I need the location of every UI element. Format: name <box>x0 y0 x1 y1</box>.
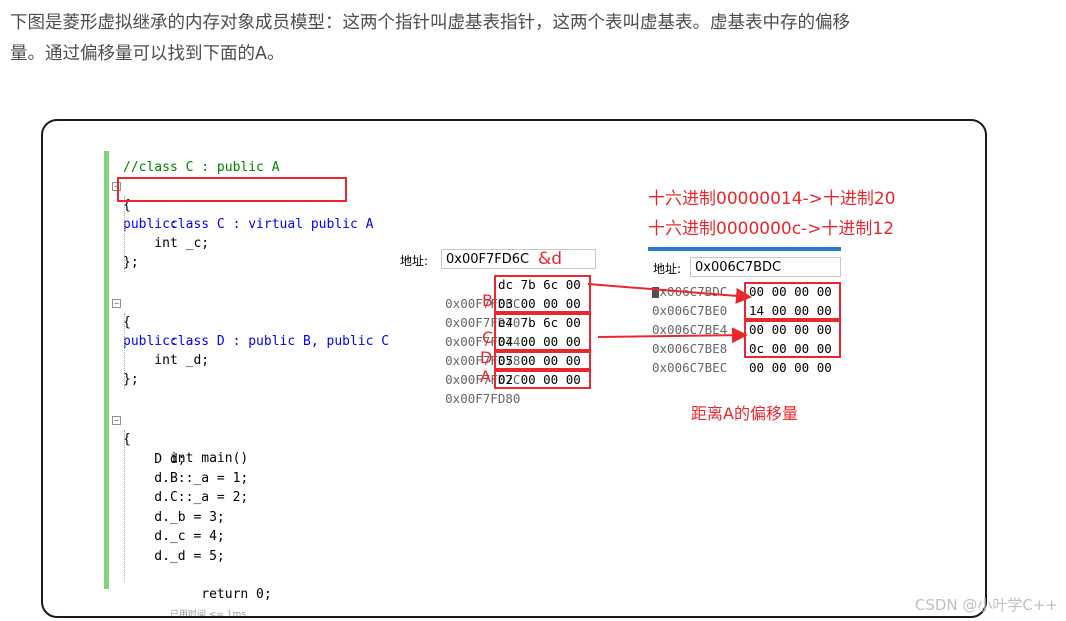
memory-grid: 0x006C7BDC 0x006C7BE0 0x006C7BE4 0x006C7… <box>648 251 841 379</box>
fold-collapse-icon[interactable]: − <box>112 416 121 425</box>
code-line: d._b = 3; <box>123 510 225 525</box>
member-tag-d: D <box>480 348 493 367</box>
memory-address: 0x006C7BE0 <box>652 303 728 318</box>
member-d-box <box>494 351 591 370</box>
address-input[interactable]: 0x00F7FD6C <box>441 249 596 269</box>
memory-address: 0x006C7BE4 <box>652 322 728 337</box>
code-line: //class C : public A <box>123 160 280 175</box>
code-line: int _d; <box>123 353 210 368</box>
memory-window-2: 地址: 0x006C7BDC 0x006C7BDC 0x006C7BE0 0x0… <box>648 247 841 379</box>
member-tag-a: A <box>480 367 491 386</box>
address-note: &d <box>538 249 563 269</box>
fold-collapse-icon[interactable]: − <box>112 299 121 308</box>
code-line: d._d = 5; <box>123 549 225 564</box>
memory-address: 0x006C7BE8 <box>652 341 728 356</box>
member-tag-b: B <box>482 291 493 310</box>
intro-line-2: 量。通过偏移量可以找到下面的A。 <box>10 44 285 64</box>
elapsed-time-hint: 已用时间 <= 1ms <box>169 610 246 618</box>
member-a-box <box>494 370 591 389</box>
code-line-text: class C : virtual public A <box>169 217 374 232</box>
address-label: 地址: <box>400 254 429 268</box>
memory-bytes: 00 00 00 00 <box>749 360 832 375</box>
code-line: public: <box>123 217 178 232</box>
scope-guide <box>124 430 126 582</box>
code-line: − int main() <box>112 411 248 466</box>
code-line: return 0; 已用时间 <= 1ms <box>123 566 272 616</box>
memory-cursor <box>652 287 659 298</box>
editor-change-gutter <box>104 151 109 589</box>
vbptr-c-box <box>494 313 591 351</box>
scope-guide <box>124 313 126 389</box>
offset-note: 距离A的偏移量 <box>691 404 798 423</box>
code-line: int _c; <box>123 236 210 251</box>
intro-paragraph: 下图是菱形虚拟继承的内存对象成员模型：这两个指针叫虚基表指针，这两个表叫虚基表。… <box>10 8 1056 70</box>
intro-line-1: 下图是菱形虚拟继承的内存对象成员模型：这两个指针叫虚基表指针，这两个表叫虚基表。… <box>10 13 850 33</box>
memory-address: 0x006C7BDC <box>652 284 728 299</box>
code-line: d.B::_a = 1; <box>123 471 249 486</box>
vbptr-b-box <box>494 275 591 313</box>
watermark: CSDN @小叶学C++ <box>914 596 1058 614</box>
code-line: d._c = 4; <box>123 529 225 544</box>
screenshot-frame: //class C : public A − class C : virtual… <box>41 119 987 618</box>
code-line-text: class D : public B, public C <box>169 334 390 349</box>
address-value: 0x00F7FD6C <box>446 252 530 267</box>
vbtable-b-box <box>744 282 841 320</box>
code-line: d.C::_a = 2; <box>123 490 249 505</box>
memory-address: 0x006C7BEC <box>652 360 728 375</box>
memory-address: 0x00F7FD80 <box>445 391 521 406</box>
hex-to-dec-note-1: 十六进制00000014->十进制20 <box>648 189 896 209</box>
memory-window-1: 地址: 0x00F7FD6C &d 0x00F7FD6C 0x00F7FD70 … <box>396 247 596 406</box>
code-line: D d; <box>123 452 186 467</box>
class-c-highlight-box <box>117 177 347 202</box>
hex-to-dec-note-2: 十六进制0000000c->十进制12 <box>648 219 895 239</box>
code-line: − class D : public B, public C <box>112 294 389 349</box>
code-line-text: return 0; <box>169 587 272 602</box>
scope-guide <box>124 196 126 272</box>
vbtable-c-box <box>744 320 841 358</box>
member-tag-c: C <box>482 328 494 347</box>
code-line: public: <box>123 334 178 349</box>
